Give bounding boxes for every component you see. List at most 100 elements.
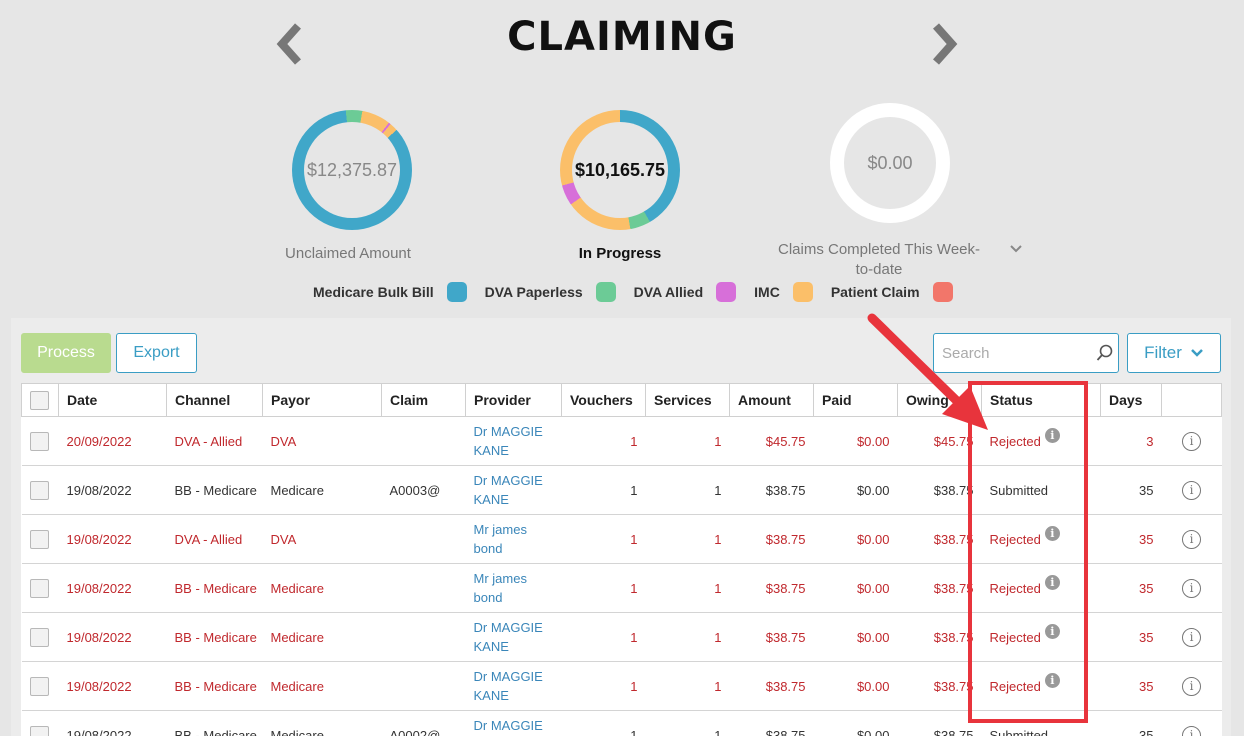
table-row[interactable]: 19/08/2022 BB - Medicare Medicare Dr MAG… xyxy=(21,661,1222,711)
info-icon[interactable]: i xyxy=(1044,525,1060,541)
table-row[interactable]: 19/08/2022 DVA - Allied DVA Mr james bon… xyxy=(21,514,1222,564)
chevron-down-icon[interactable] xyxy=(1008,242,1024,256)
table-row[interactable]: 19/08/2022 BB - Medicare Medicare A0003@… xyxy=(21,465,1222,515)
cell-amount: $38.75 xyxy=(729,661,814,711)
cell-owing: $38.75 xyxy=(897,612,982,662)
column-header-provider[interactable]: Provider xyxy=(465,383,562,417)
row-checkbox[interactable] xyxy=(29,529,49,549)
column-header-vouchers[interactable]: Vouchers xyxy=(561,383,646,417)
column-header-amount[interactable]: Amount xyxy=(729,383,814,417)
export-button[interactable]: Export xyxy=(116,333,197,373)
info-icon[interactable]: i xyxy=(1044,427,1060,443)
claims-table: Date Channel Payor Claim Provider Vouche… xyxy=(21,383,1222,736)
table-row[interactable]: 20/09/2022 DVA - Allied DVA Dr MAGGIE KA… xyxy=(21,416,1222,466)
process-button[interactable]: Process xyxy=(21,333,111,373)
filter-label: Filter xyxy=(1144,343,1182,362)
row-info-icon[interactable]: i xyxy=(1182,627,1201,647)
cell-vouchers: 1 xyxy=(561,612,646,662)
table-row[interactable]: 19/08/2022 BB - Medicare Medicare Mr jam… xyxy=(21,563,1222,613)
cell-days: 35 xyxy=(1100,514,1162,564)
row-info-icon[interactable]: i xyxy=(1182,480,1201,500)
cell-provider[interactable]: Dr MAGGIE KANE xyxy=(465,416,562,466)
cell-channel: BB - Medicare xyxy=(166,661,263,711)
cell-days: 35 xyxy=(1100,710,1162,736)
column-header-owing[interactable]: Owing xyxy=(897,383,982,417)
cell-provider[interactable]: Mr james bond xyxy=(465,514,562,564)
info-icon[interactable]: i xyxy=(1044,623,1060,639)
table-row[interactable]: 19/08/2022 BB - Medicare Medicare Dr MAG… xyxy=(21,612,1222,662)
search-icon[interactable] xyxy=(1096,344,1114,362)
cell-claim xyxy=(381,416,466,466)
chevron-right-icon[interactable] xyxy=(930,22,960,66)
cell-services: 1 xyxy=(645,612,730,662)
filter-button[interactable]: Filter xyxy=(1127,333,1221,373)
row-checkbox[interactable] xyxy=(29,578,49,598)
column-header-claim[interactable]: Claim xyxy=(381,383,466,417)
cell-owing: $38.75 xyxy=(897,563,982,613)
status-text: Rejected xyxy=(989,678,1041,694)
info-icon[interactable]: i xyxy=(1044,672,1060,688)
select-all-checkbox[interactable] xyxy=(30,390,49,410)
legend-swatch xyxy=(446,282,467,302)
select-all-cell xyxy=(21,383,59,417)
legend-item-medicare-bulk-bill: Medicare Bulk Bill xyxy=(313,282,467,302)
cell-provider[interactable]: Dr MAGGIE KANE xyxy=(465,661,562,711)
column-header-status[interactable]: Status xyxy=(981,383,1101,417)
status-text: Rejected xyxy=(989,531,1041,547)
row-checkbox[interactable] xyxy=(29,725,49,736)
cell-claim xyxy=(381,514,466,564)
cell-services: 1 xyxy=(645,563,730,613)
legend-swatch xyxy=(792,282,813,302)
cell-date: 19/08/2022 xyxy=(58,465,167,515)
cell-date: 19/08/2022 xyxy=(58,612,167,662)
row-checkbox[interactable] xyxy=(29,627,49,647)
info-icon[interactable]: i xyxy=(1044,574,1060,590)
row-checkbox[interactable] xyxy=(29,431,49,451)
row-checkbox[interactable] xyxy=(29,676,49,696)
cell-channel: DVA - Allied xyxy=(166,416,263,466)
row-checkbox[interactable] xyxy=(29,480,49,500)
unclaimed-amount-label: Unclaimed Amount xyxy=(285,245,411,262)
cell-vouchers: 1 xyxy=(561,563,646,613)
status-text: Submitted xyxy=(989,482,1049,498)
status-text: Rejected xyxy=(989,629,1041,645)
cell-days: 35 xyxy=(1100,465,1162,515)
column-header-services[interactable]: Services xyxy=(645,383,730,417)
cell-services: 1 xyxy=(645,465,730,515)
cell-days: 35 xyxy=(1100,612,1162,662)
row-info-icon[interactable]: i xyxy=(1182,725,1201,736)
unclaimed-amount-value: $12,375.87 xyxy=(306,159,398,180)
row-info-icon[interactable]: i xyxy=(1182,529,1201,549)
cell-vouchers: 1 xyxy=(561,514,646,564)
cell-vouchers: 1 xyxy=(561,710,646,736)
cell-vouchers: 1 xyxy=(561,465,646,515)
cell-provider[interactable]: Dr MAGGIE KANE xyxy=(465,612,562,662)
status-text: Rejected xyxy=(989,580,1041,596)
cell-paid: $0.00 xyxy=(813,612,898,662)
cell-owing: $38.75 xyxy=(897,710,982,736)
cell-provider[interactable]: Dr MAGGIE KANE xyxy=(465,710,562,736)
column-header-days[interactable]: Days xyxy=(1100,383,1162,417)
cell-claim xyxy=(381,563,466,613)
column-header-payor[interactable]: Payor xyxy=(262,383,382,417)
cell-channel: BB - Medicare xyxy=(166,563,263,613)
table-row[interactable]: 19/08/2022 BB - Medicare Medicare A0002@… xyxy=(21,710,1222,736)
chevron-left-icon[interactable] xyxy=(274,22,304,66)
cell-payor: Medicare xyxy=(262,612,382,662)
legend-item-imc: IMC xyxy=(754,282,813,302)
row-info-icon[interactable]: i xyxy=(1182,578,1201,598)
cell-date: 19/08/2022 xyxy=(58,710,167,736)
cell-paid: $0.00 xyxy=(813,710,898,736)
cell-provider[interactable]: Mr james bond xyxy=(465,563,562,613)
cell-days: 35 xyxy=(1100,563,1162,613)
cell-owing: $45.75 xyxy=(897,416,982,466)
cell-paid: $0.00 xyxy=(813,416,898,466)
column-header-paid[interactable]: Paid xyxy=(813,383,898,417)
cell-provider[interactable]: Dr MAGGIE KANE xyxy=(465,465,562,515)
column-header-channel[interactable]: Channel xyxy=(166,383,263,417)
in-progress-value: $10,165.75 xyxy=(574,159,666,180)
column-header-date[interactable]: Date xyxy=(58,383,167,417)
row-info-icon[interactable]: i xyxy=(1182,676,1201,696)
search-input[interactable] xyxy=(934,334,1084,372)
row-info-icon[interactable]: i xyxy=(1182,431,1201,451)
